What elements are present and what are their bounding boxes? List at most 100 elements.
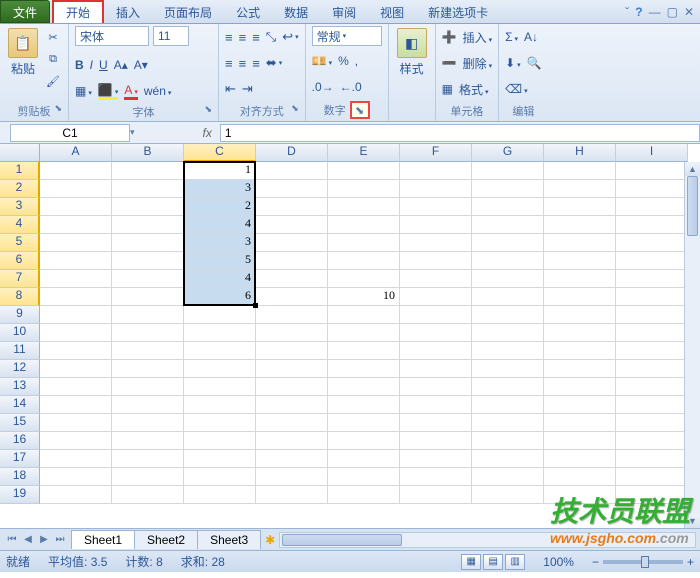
cell-C11[interactable] xyxy=(184,342,256,360)
row-header-4[interactable]: 4 xyxy=(0,216,40,234)
row-header-7[interactable]: 7 xyxy=(0,270,40,288)
worksheet-grid[interactable]: ABCDEFGHI 12345678910111213141516171819 … xyxy=(0,144,700,528)
cell-C15[interactable] xyxy=(184,414,256,432)
cell-F17[interactable] xyxy=(400,450,472,468)
row-header-9[interactable]: 9 xyxy=(0,306,40,324)
cell-B15[interactable] xyxy=(112,414,184,432)
cell-D8[interactable] xyxy=(256,288,328,306)
cell-C4[interactable]: 4 xyxy=(184,216,256,234)
cell-G18[interactable] xyxy=(472,468,544,486)
horizontal-scrollbar[interactable] xyxy=(279,532,696,548)
first-sheet-icon[interactable]: ⏮ xyxy=(4,534,20,545)
cell-G3[interactable] xyxy=(472,198,544,216)
cell-G16[interactable] xyxy=(472,432,544,450)
cell-G12[interactable] xyxy=(472,360,544,378)
cell-E14[interactable] xyxy=(328,396,400,414)
cell-E8[interactable]: 10 xyxy=(328,288,400,306)
cell-C18[interactable] xyxy=(184,468,256,486)
cell-G11[interactable] xyxy=(472,342,544,360)
cell-H7[interactable] xyxy=(544,270,616,288)
cell-A14[interactable] xyxy=(40,396,112,414)
cell-E5[interactable] xyxy=(328,234,400,252)
tab-data[interactable]: 数据 xyxy=(272,0,320,23)
orientation-icon[interactable]: ⤡ xyxy=(266,29,276,45)
delete-icon[interactable]: ➖ xyxy=(442,56,457,70)
cell-I14[interactable] xyxy=(616,396,688,414)
decrease-font-icon[interactable]: A▾ xyxy=(134,58,148,72)
cell-D9[interactable] xyxy=(256,306,328,324)
cell-A13[interactable] xyxy=(40,378,112,396)
cell-C17[interactable] xyxy=(184,450,256,468)
cut-icon[interactable]: ✂ xyxy=(44,28,62,46)
next-sheet-icon[interactable]: ▶ xyxy=(36,534,52,545)
delete-cells-button[interactable]: 删除 xyxy=(463,55,493,72)
cell-A2[interactable] xyxy=(40,180,112,198)
cell-I17[interactable] xyxy=(616,450,688,468)
insert-cells-button[interactable]: 插入 xyxy=(463,29,493,46)
decrease-indent-icon[interactable]: ⇤ xyxy=(225,81,236,97)
cell-D3[interactable] xyxy=(256,198,328,216)
cell-D5[interactable] xyxy=(256,234,328,252)
cell-C12[interactable] xyxy=(184,360,256,378)
cell-C2[interactable]: 3 xyxy=(184,180,256,198)
cell-D17[interactable] xyxy=(256,450,328,468)
cell-H19[interactable] xyxy=(544,486,616,504)
cell-F7[interactable] xyxy=(400,270,472,288)
cell-F12[interactable] xyxy=(400,360,472,378)
scroll-up-icon[interactable]: ▲ xyxy=(685,162,700,176)
cell-E13[interactable] xyxy=(328,378,400,396)
minimize-ribbon-icon[interactable]: ˇ xyxy=(625,5,629,19)
cell-G4[interactable] xyxy=(472,216,544,234)
cell-H8[interactable] xyxy=(544,288,616,306)
cell-I13[interactable] xyxy=(616,378,688,396)
format-icon[interactable]: ▦ xyxy=(442,82,453,96)
cell-A16[interactable] xyxy=(40,432,112,450)
row-header-10[interactable]: 10 xyxy=(0,324,40,342)
column-header-D[interactable]: D xyxy=(256,144,328,162)
cell-H14[interactable] xyxy=(544,396,616,414)
cell-F2[interactable] xyxy=(400,180,472,198)
cell-H11[interactable] xyxy=(544,342,616,360)
cell-B8[interactable] xyxy=(112,288,184,306)
border-button[interactable]: ▦ xyxy=(75,84,92,98)
cell-I8[interactable] xyxy=(616,288,688,306)
cell-I10[interactable] xyxy=(616,324,688,342)
cell-B2[interactable] xyxy=(112,180,184,198)
format-painter-icon[interactable]: 🖌 xyxy=(44,72,62,90)
cell-B16[interactable] xyxy=(112,432,184,450)
cell-A6[interactable] xyxy=(40,252,112,270)
cell-H1[interactable] xyxy=(544,162,616,180)
increase-font-icon[interactable]: A▴ xyxy=(114,58,128,72)
cell-E18[interactable] xyxy=(328,468,400,486)
scroll-down-icon[interactable]: ▼ xyxy=(685,514,700,528)
cell-A8[interactable] xyxy=(40,288,112,306)
cell-B13[interactable] xyxy=(112,378,184,396)
last-sheet-icon[interactable]: ⏭ xyxy=(52,534,68,545)
tab-file[interactable]: 文件 xyxy=(0,0,50,23)
cell-C14[interactable] xyxy=(184,396,256,414)
bold-button[interactable]: B xyxy=(75,58,84,72)
row-header-15[interactable]: 15 xyxy=(0,414,40,432)
cell-B12[interactable] xyxy=(112,360,184,378)
italic-button[interactable]: I xyxy=(90,58,93,72)
cell-I11[interactable] xyxy=(616,342,688,360)
cell-F1[interactable] xyxy=(400,162,472,180)
cell-C16[interactable] xyxy=(184,432,256,450)
cell-E17[interactable] xyxy=(328,450,400,468)
cell-A11[interactable] xyxy=(40,342,112,360)
cell-A17[interactable] xyxy=(40,450,112,468)
cell-D15[interactable] xyxy=(256,414,328,432)
cell-H15[interactable] xyxy=(544,414,616,432)
name-box[interactable]: C1 xyxy=(10,124,130,142)
prev-sheet-icon[interactable]: ◀ xyxy=(20,534,36,545)
row-header-3[interactable]: 3 xyxy=(0,198,40,216)
row-header-19[interactable]: 19 xyxy=(0,486,40,504)
cell-G5[interactable] xyxy=(472,234,544,252)
row-header-8[interactable]: 8 xyxy=(0,288,40,306)
cell-D1[interactable] xyxy=(256,162,328,180)
cell-E3[interactable] xyxy=(328,198,400,216)
cell-A3[interactable] xyxy=(40,198,112,216)
cell-A10[interactable] xyxy=(40,324,112,342)
select-all-corner[interactable] xyxy=(0,144,40,162)
cell-G15[interactable] xyxy=(472,414,544,432)
